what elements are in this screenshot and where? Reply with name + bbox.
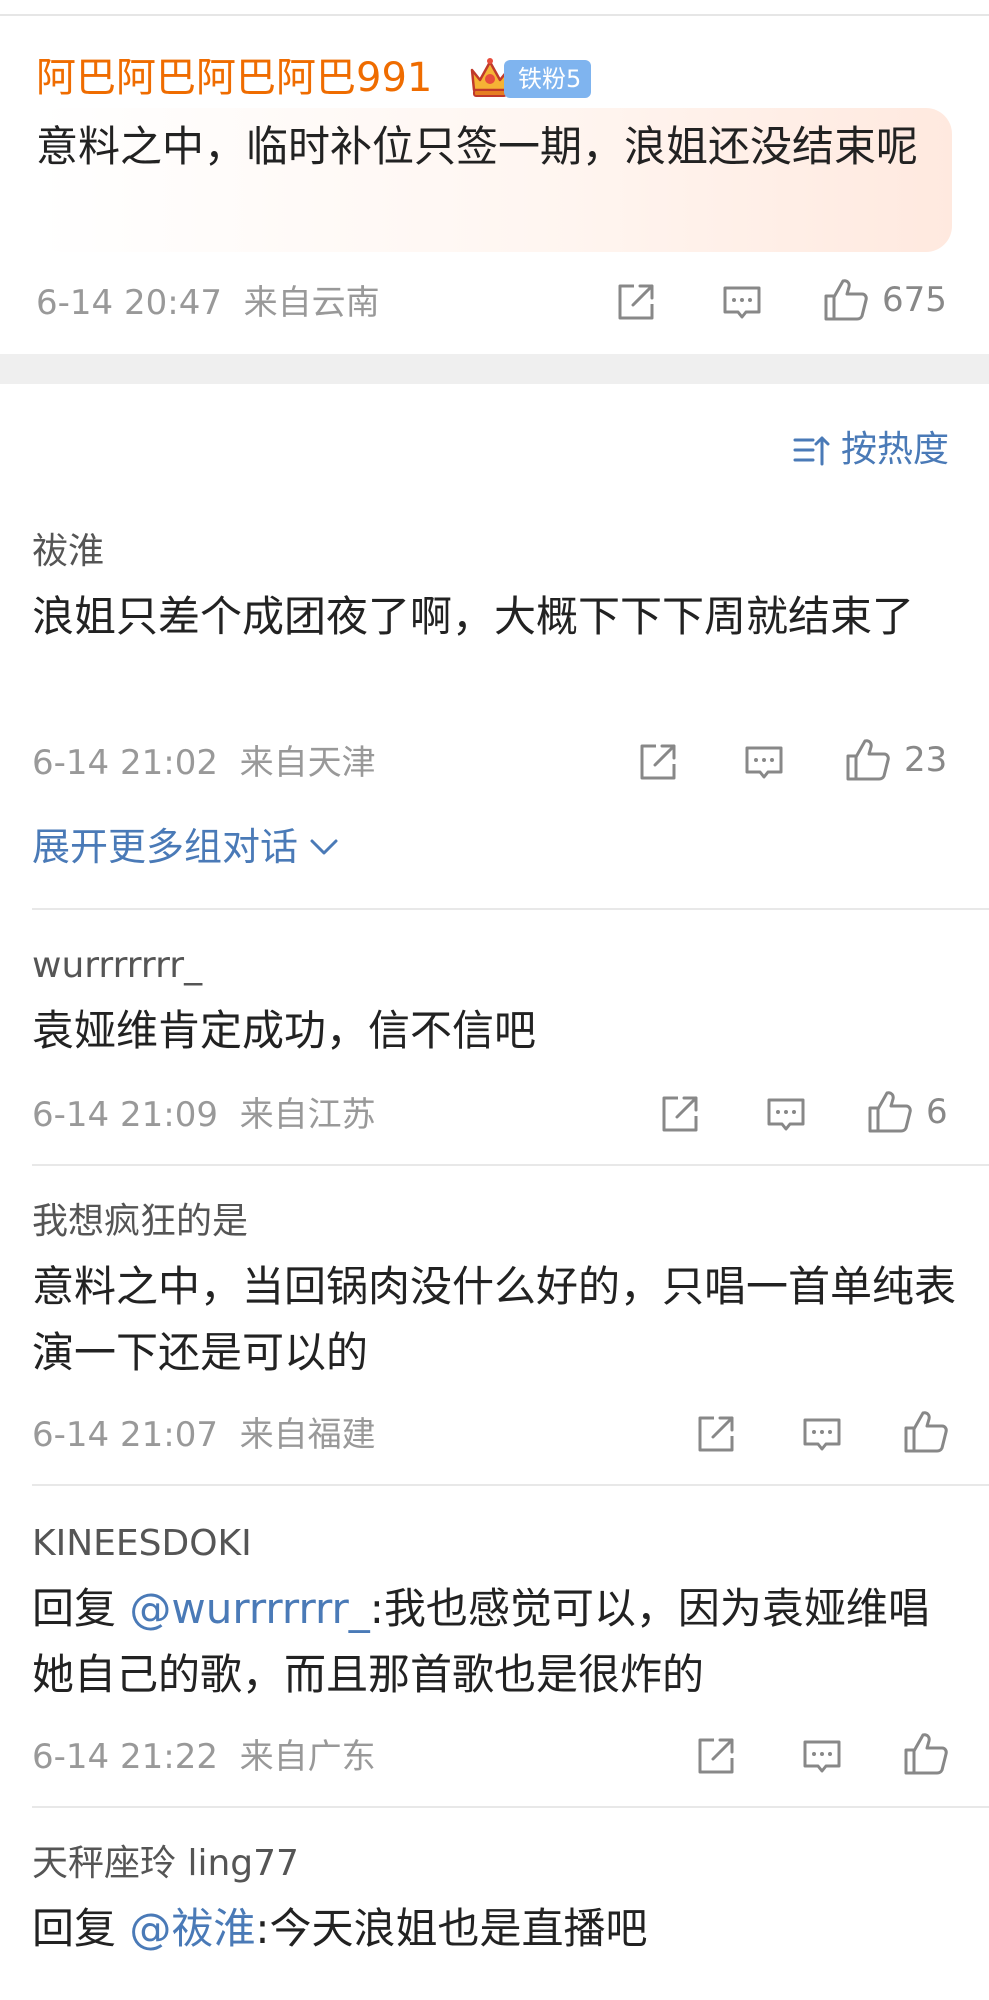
comment-location: 来自云南 <box>243 283 380 323</box>
like-button[interactable]: 23 <box>844 736 947 784</box>
comment-text: 意料之中，当回锅肉没什么好的，只唱一首单纯表演一下还是可以的 <box>32 1262 957 1377</box>
like-button[interactable] <box>902 1408 950 1456</box>
comment-meta: 6-14 21:02 来自天津 <box>32 746 376 780</box>
mention-link[interactable]: @祓淮 <box>129 1904 255 1953</box>
comment-location: 来自福建 <box>239 1415 376 1455</box>
comment-date: 6-14 21:07 <box>32 1415 218 1455</box>
thumbs-up-icon <box>844 736 892 784</box>
comment-meta: 6-14 21:07 来自福建 <box>32 1418 376 1452</box>
comment-meta: 6-14 21:09 来自江苏 <box>32 1098 376 1132</box>
comment-username[interactable]: wurrrrrrr_ <box>32 948 202 984</box>
comment-location: 来自江苏 <box>239 1095 376 1135</box>
reply-button[interactable] <box>720 280 764 324</box>
comment-text: 回复 @wurrrrrrr_:我也感觉可以，因为袁娅维唱她自己的歌，而且那首歌也… <box>32 1576 962 1708</box>
divider <box>32 908 989 910</box>
like-count: 6 <box>926 1092 948 1132</box>
share-button[interactable] <box>636 740 680 784</box>
thumbs-up-icon <box>902 1408 950 1456</box>
comment-text: 意料之中，临时补位只签一期，浪姐还没结束呢 <box>36 122 919 171</box>
thumbs-up-icon <box>866 1088 914 1136</box>
pinned-comment: 阿巴阿巴阿巴阿巴991 铁粉5 意料之中，临时补位只签一期，浪姐还没结束呢 6-… <box>0 16 989 354</box>
section-separator <box>0 354 989 384</box>
reply-button[interactable] <box>800 1412 844 1456</box>
share-icon <box>694 1412 738 1456</box>
comment-icon <box>800 1734 844 1778</box>
reply-prefix: 回复 <box>32 1584 130 1633</box>
divider <box>32 1164 989 1166</box>
comment-text: 浪姐只差个成团夜了啊，大概下下下周就结束了 <box>32 592 915 641</box>
like-button[interactable]: 6 <box>866 1088 948 1136</box>
comment-username[interactable]: 天秤座玲 ling77 <box>32 1846 299 1882</box>
reply-button[interactable] <box>764 1092 808 1136</box>
thumbs-up-icon <box>822 276 870 324</box>
mention-link[interactable]: @wurrrrrrr_ <box>129 1584 369 1633</box>
sort-label: 按热度 <box>840 429 949 470</box>
comment-text: 袁娅维肯定成功，信不信吧 <box>32 1006 537 1055</box>
share-icon <box>636 740 680 784</box>
sort-by-hot-button[interactable]: 按热度 <box>791 430 949 470</box>
share-button[interactable] <box>694 1412 738 1456</box>
like-button[interactable] <box>902 1730 950 1778</box>
comment-date: 6-14 21:02 <box>32 743 218 783</box>
chevron-down-icon <box>310 839 338 855</box>
sort-icon <box>793 436 830 466</box>
comment-meta: 6-14 21:22 来自广东 <box>32 1740 376 1774</box>
comment-username[interactable]: KINEESDOKI <box>32 1526 252 1562</box>
share-icon <box>614 280 658 324</box>
divider <box>32 1806 989 1808</box>
comment-username[interactable]: 我想疯狂的是 <box>32 1204 248 1240</box>
like-count: 23 <box>904 740 948 780</box>
comment-text: 回复 @祓淮:今天浪姐也是直播吧 <box>32 1896 962 1962</box>
divider <box>32 1484 989 1486</box>
share-icon <box>658 1092 702 1136</box>
comment-icon <box>764 1092 808 1136</box>
comment-icon <box>800 1412 844 1456</box>
share-button[interactable] <box>614 280 658 324</box>
reply-prefix: 回复 <box>32 1904 130 1953</box>
reply-button[interactable] <box>800 1734 844 1778</box>
comment-date: 6-14 21:09 <box>32 1095 218 1135</box>
comment-location: 来自天津 <box>239 743 376 783</box>
comment-icon <box>742 740 786 784</box>
fan-badge: 铁粉5 <box>504 60 592 98</box>
comment-date: 6-14 20:47 <box>36 283 222 323</box>
expand-label: 展开更多组对话 <box>32 825 299 869</box>
thumbs-up-icon <box>902 1730 950 1778</box>
share-icon <box>694 1734 738 1778</box>
comment-meta: 6-14 20:47 来自云南 <box>36 286 380 320</box>
expand-more-conversations-link[interactable]: 展开更多组对话 <box>32 828 342 866</box>
share-button[interactable] <box>658 1092 702 1136</box>
reply-button[interactable] <box>742 740 786 784</box>
like-count: 675 <box>882 280 947 320</box>
comment-date: 6-14 21:22 <box>32 1737 218 1777</box>
like-button[interactable]: 675 <box>822 276 947 324</box>
comment-username[interactable]: 阿巴阿巴阿巴阿巴991 <box>36 58 432 98</box>
reply-text: :今天浪姐也是直播吧 <box>255 1904 648 1953</box>
share-button[interactable] <box>694 1734 738 1778</box>
comment-icon <box>720 280 764 324</box>
comment-username[interactable]: 祓淮 <box>32 534 104 570</box>
comment-location: 来自广东 <box>239 1737 376 1777</box>
